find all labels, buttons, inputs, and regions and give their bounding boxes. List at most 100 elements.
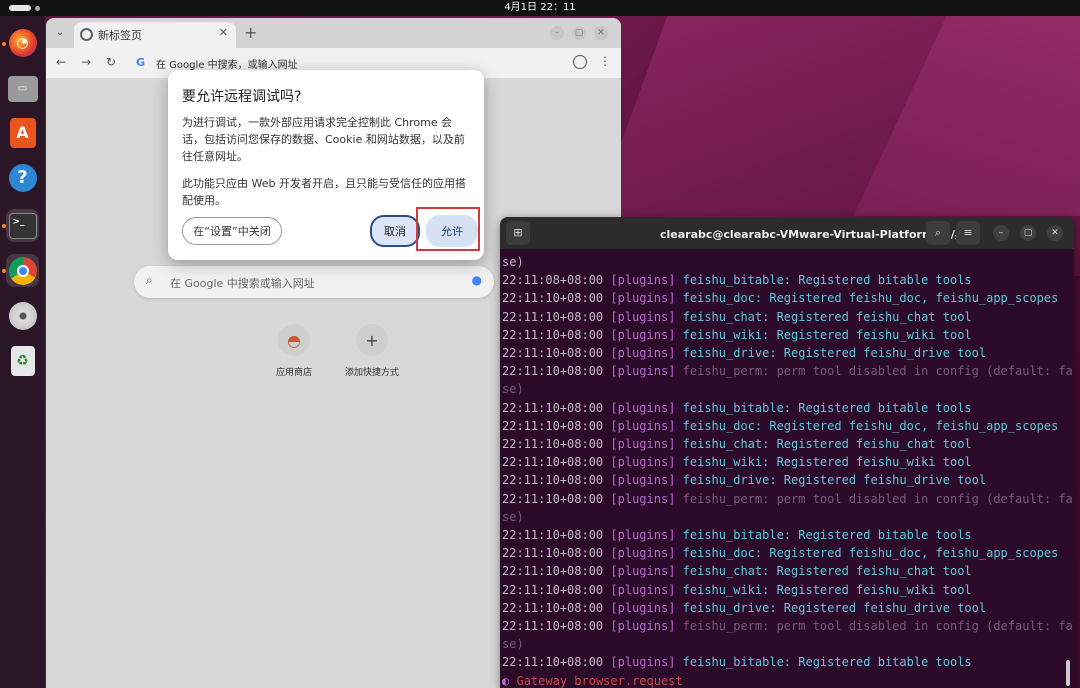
log-message: feishu_perm: perm tool disabled in confi… <box>682 364 1074 379</box>
terminal-line: 22:11:10+08:00 [plugins] feishu_doc: Reg… <box>502 417 1062 435</box>
log-tag: [plugins] <box>610 455 676 470</box>
terminal-header: ⊞ clearabc@clearabc-VMware-Virtual-Platf… <box>500 217 1074 249</box>
dialog-body: 为进行调试，一款外部应用请求完全控制此 Chrome 会话，包括访问您保存的数据… <box>182 116 465 163</box>
cancel-button[interactable]: 取消 <box>370 215 420 247</box>
terminal-line: ◐ Gateway browser.request <box>502 672 1062 688</box>
forward-icon[interactable]: → <box>81 55 91 69</box>
tab-title: 新标签页 <box>98 29 142 42</box>
log-tag: [plugins] <box>610 418 676 433</box>
log-timestamp: 22:11:10+08:00 <box>502 619 604 634</box>
log-message: feishu_drive: Registered feishu_drive to… <box>682 473 987 488</box>
log-message: Gateway browser.request <box>516 673 683 688</box>
dock-files[interactable]: ▭ <box>6 72 39 105</box>
firefox-icon: ◔ <box>8 28 37 57</box>
terminal-line: 22:11:08+08:00 [plugins] feishu_bitable:… <box>502 271 1062 289</box>
log-message: feishu_bitable: Registered bitable tools <box>682 400 972 415</box>
terminal-line: 22:11:10+08:00 [plugins] feishu_perm: pe… <box>502 617 1074 635</box>
terminal-line: se) <box>502 635 1062 653</box>
terminal-line: 22:11:10+08:00 [plugins] feishu_bitable:… <box>502 526 1062 544</box>
close-icon[interactable]: ✕ <box>219 26 228 39</box>
dock-help[interactable]: ? <box>6 161 39 194</box>
microphone-icon[interactable]: ● <box>472 273 482 287</box>
clock[interactable]: 4月1日 22：11 <box>0 1 1080 15</box>
new-tab-icon[interactable]: + <box>244 23 257 42</box>
log-tag: [plugins] <box>610 400 676 415</box>
dock-app-center[interactable]: A <box>6 116 39 149</box>
tab-new-tab[interactable]: 新标签页 ✕ <box>74 22 236 48</box>
maximize-icon[interactable]: ▢ <box>1020 225 1036 241</box>
dock-chrome[interactable] <box>6 254 39 287</box>
log-timestamp: 22:11:10+08:00 <box>502 564 604 579</box>
reload-icon[interactable]: ↻ <box>106 55 116 69</box>
log-timestamp: 22:11:10+08:00 <box>502 455 604 470</box>
terminal-line: 22:11:10+08:00 [plugins] feishu_bitable:… <box>502 653 1062 671</box>
close-icon[interactable]: ✕ <box>1047 225 1063 241</box>
new-tab-icon[interactable]: ⊞ <box>506 221 530 245</box>
dialog-title: 要允许远程调试吗? <box>182 89 302 105</box>
log-tag: [plugins] <box>610 619 676 634</box>
log-tag: [plugins] <box>610 491 676 506</box>
disable-in-settings-button[interactable]: 在“设置”中关闭 <box>182 217 282 245</box>
log-timestamp: 22:11:10+08:00 <box>502 327 604 342</box>
log-tag: [plugins] <box>610 655 676 670</box>
rainbow-icon: ◓ <box>278 324 310 356</box>
log-tag: [plugins] <box>610 346 676 361</box>
back-icon[interactable]: ← <box>56 55 66 69</box>
log-tag: [plugins] <box>610 546 676 561</box>
plus-icon: + <box>356 324 388 356</box>
dock-trash[interactable]: ♻ <box>6 344 39 377</box>
highlight-box <box>416 207 480 251</box>
log-tag: [plugins] <box>610 309 676 324</box>
log-message: feishu_drive: Registered feishu_drive to… <box>682 600 987 615</box>
log-timestamp: 22:11:10+08:00 <box>502 418 604 433</box>
log-tag: [plugins] <box>610 291 676 306</box>
search-input[interactable]: ⌕ 在 Google 中搜索或输入网址 ● <box>134 266 494 298</box>
address-bar-text: 在 Google 中搜索，或输入网址 <box>156 60 298 71</box>
maximize-icon[interactable]: ▢ <box>572 26 586 40</box>
log-message: feishu_chat: Registered feishu_chat tool <box>682 564 972 579</box>
top-bar: 4月1日 22：11 <box>0 0 1080 16</box>
chrome-favicon-icon <box>80 28 93 41</box>
dock-disc[interactable] <box>6 299 39 332</box>
shortcut-label: 应用商店 <box>275 368 312 378</box>
log-message: feishu_perm: perm tool disabled in confi… <box>682 491 1074 506</box>
log-timestamp: 22:11:10+08:00 <box>502 546 604 561</box>
google-icon: G <box>136 56 146 69</box>
scrollbar[interactable] <box>1066 660 1070 686</box>
log-tag: [plugins] <box>610 273 676 288</box>
log-message: se) <box>502 255 524 269</box>
log-timestamp: 22:11:10+08:00 <box>502 582 604 597</box>
trash-icon: ♻ <box>10 345 35 376</box>
log-message: feishu_bitable: Registered bitable tools <box>682 655 972 670</box>
dock-terminal[interactable]: >_ <box>6 209 39 242</box>
close-window-icon[interactable]: ✕ <box>594 26 608 40</box>
hamburger-menu-icon[interactable]: ≡ <box>956 221 980 245</box>
running-indicator <box>2 224 6 228</box>
terminal-line: 22:11:10+08:00 [plugins] feishu_wiki: Re… <box>502 581 1062 599</box>
log-tag: [plugins] <box>610 327 676 342</box>
log-timestamp: 22:11:10+08:00 <box>502 309 604 324</box>
terminal-output[interactable]: se) 22:11:08+08:00 [plugins] feishu_bitab… <box>502 253 1074 688</box>
terminal-line: 22:11:10+08:00 [plugins] feishu_wiki: Re… <box>502 326 1062 344</box>
terminal-line: 22:11:10+08:00 [plugins] feishu_drive: R… <box>502 344 1062 362</box>
tab-search-icon[interactable]: ⌄ <box>52 25 68 41</box>
shortcut-app-store[interactable]: ◓ 应用商店 <box>254 324 334 378</box>
minimize-icon[interactable]: – <box>550 26 564 40</box>
dock-firefox[interactable]: ◔ <box>6 26 39 59</box>
search-icon[interactable]: ⌕ <box>926 221 950 245</box>
log-tag: [plugins] <box>610 600 676 615</box>
log-timestamp: 22:11:10+08:00 <box>502 528 604 543</box>
terminal-line: 22:11:10+08:00 [plugins] feishu_doc: Reg… <box>502 289 1062 307</box>
shortcut-add[interactable]: + 添加快捷方式 <box>332 324 412 378</box>
log-timestamp: 22:11:08+08:00 <box>502 273 604 288</box>
terminal-line: 22:11:10+08:00 [plugins] feishu_perm: pe… <box>502 362 1074 380</box>
menu-icon[interactable]: ⋮ <box>599 54 611 68</box>
minimize-icon[interactable]: – <box>993 225 1009 241</box>
log-timestamp: 22:11:10+08:00 <box>502 437 604 452</box>
terminal-line: 22:11:10+08:00 [plugins] feishu_drive: R… <box>502 471 1062 489</box>
search-icon: ⌕ <box>146 273 153 287</box>
terminal-line: 22:11:10+08:00 [plugins] feishu_chat: Re… <box>502 562 1062 580</box>
log-message: feishu_perm: perm tool disabled in confi… <box>682 619 1074 634</box>
terminal-line: se) <box>502 253 1062 271</box>
account-icon[interactable] <box>573 55 587 69</box>
